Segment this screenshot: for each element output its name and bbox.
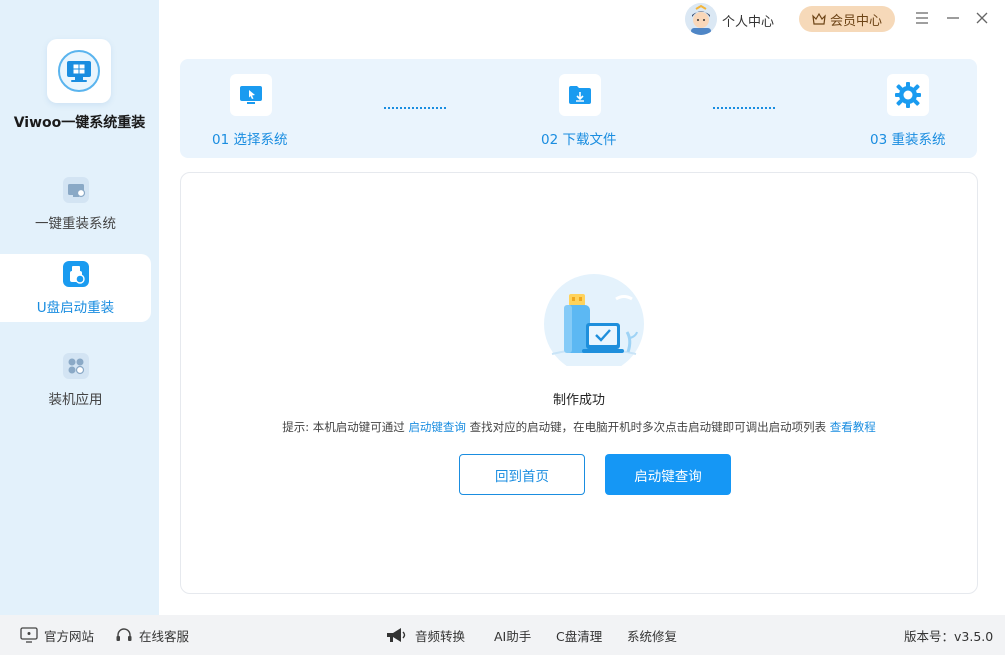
- close-icon[interactable]: [974, 10, 990, 26]
- view-tutorial-link[interactable]: 查看教程: [830, 420, 876, 434]
- vip-center-label: 会员中心: [829, 13, 882, 29]
- folder-download-icon: [559, 74, 601, 116]
- audio-convert-label: 音频转换: [415, 628, 466, 644]
- sidebar-item-label: 装机应用: [48, 392, 103, 408]
- tip-prefix: 提示: 本机启动键可通过: [282, 420, 409, 434]
- monitor-reinstall-icon: [62, 176, 90, 204]
- step-connector: [384, 107, 446, 109]
- ai-assistant-label: AI助手: [494, 628, 532, 644]
- apps-icon: [62, 352, 90, 380]
- step-label: 03 重装系统: [870, 132, 946, 148]
- personal-center-link[interactable]: 个人中心: [722, 11, 774, 30]
- sidebar-item-usb[interactable]: U盘启动重装: [0, 254, 151, 322]
- step-download: 02 下载文件: [509, 59, 649, 158]
- audio-convert-link[interactable]: 音频转换: [385, 615, 465, 655]
- step-select-system: 01 选择系统: [180, 59, 320, 158]
- footer: 官方网站 在线客服 音频转换 AI助手 C盘清理 系统修复 版本号：v3.5.0: [0, 615, 1005, 655]
- progress-steps: 01 选择系统 02 下载文件 03 重装系统: [180, 59, 977, 158]
- step-label: 01 选择系统: [212, 132, 288, 148]
- step-connector: [713, 107, 775, 109]
- boot-key-query-link[interactable]: 启动键查询: [408, 420, 466, 434]
- c-drive-clean-link[interactable]: C盘清理: [556, 615, 602, 655]
- system-repair-label: 系统修复: [627, 628, 678, 644]
- tip-middle: 查找对应的启动键，在电脑开机时多次点击启动键即可调出启动项列表: [465, 420, 830, 434]
- headset-icon: [116, 628, 132, 641]
- version-text: 版本号：v3.5.0: [904, 615, 993, 655]
- app-title: Viwoo一键系统重装: [13, 115, 146, 131]
- online-support-label: 在线客服: [139, 628, 190, 644]
- logo-icon: [58, 50, 100, 92]
- main-panel: 制作成功 提示: 本机启动键可通过 启动键查询 查找对应的启动键，在电脑开机时多…: [180, 172, 978, 594]
- usb-success-illustration-icon: [544, 274, 644, 366]
- boot-key-query-button[interactable]: 启动键查询: [605, 454, 731, 495]
- app-logo: [47, 39, 111, 103]
- sidebar-item-label: 一键重装系统: [35, 216, 116, 232]
- tip-text: 提示: 本机启动键可通过 启动键查询 查找对应的启动键，在电脑开机时多次点击启动…: [181, 419, 977, 435]
- menu-icon[interactable]: [914, 10, 930, 26]
- monitor-icon: [20, 627, 38, 643]
- system-repair-link[interactable]: 系统修复: [627, 615, 677, 655]
- sidebar-item-apps[interactable]: 装机应用: [0, 346, 151, 414]
- back-home-button[interactable]: 回到首页: [459, 454, 585, 495]
- megaphone-icon: [387, 628, 406, 642]
- vip-center-button[interactable]: 会员中心: [799, 6, 895, 32]
- official-website-link[interactable]: 官方网站: [20, 615, 94, 655]
- ai-assistant-link[interactable]: AI助手: [494, 615, 531, 655]
- gear-icon: [887, 74, 929, 116]
- sidebar: Viwoo一键系统重装 一键重装系统 U盘启动重装 装机应用: [0, 0, 159, 615]
- monitor-cursor-icon: [230, 74, 272, 116]
- status-text: 制作成功: [552, 393, 605, 408]
- online-support-link[interactable]: 在线客服: [115, 615, 189, 655]
- step-label: 02 下载文件: [541, 132, 617, 148]
- sidebar-item-reinstall[interactable]: 一键重装系统: [0, 170, 151, 238]
- c-drive-clean-label: C盘清理: [556, 628, 603, 644]
- sidebar-item-label: U盘启动重装: [36, 300, 115, 316]
- official-website-label: 官方网站: [44, 628, 95, 644]
- crown-icon: [812, 12, 826, 25]
- usb-drive-icon: [62, 260, 90, 288]
- step-reinstall: 03 重装系统: [837, 59, 977, 158]
- avatar[interactable]: [685, 3, 717, 35]
- version-label: 版本号：v3.5.0: [904, 628, 994, 644]
- minimize-icon[interactable]: [945, 10, 961, 26]
